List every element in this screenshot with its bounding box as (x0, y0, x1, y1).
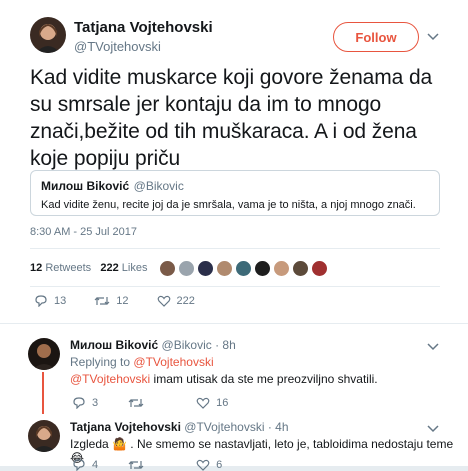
liker-avatar[interactable] (254, 259, 272, 277)
replying-to-handle[interactable]: @TVojtehovski (133, 355, 213, 369)
retweet-icon (128, 398, 144, 407)
tweet-actions: 13 12 222 (34, 294, 223, 307)
retweets-count[interactable]: 12 (30, 262, 42, 274)
like-action[interactable]: 222 (157, 295, 195, 307)
retweet-action[interactable]: 12 (94, 294, 129, 307)
reply-header: Милош Biković @Bikovic · 8h (70, 338, 236, 352)
heart-icon (157, 295, 170, 307)
replying-prefix: Replying to (70, 355, 131, 369)
retweet-icon (128, 460, 144, 469)
retweets-label[interactable]: Retweets (45, 262, 91, 274)
reply-time[interactable]: · 8h (215, 338, 236, 352)
like-count: 222 (176, 294, 195, 307)
reply-actions: 4 6 (72, 458, 250, 471)
reply-actions: 3 16 (72, 396, 256, 409)
liker-avatars (159, 259, 330, 277)
liker-avatar[interactable] (311, 259, 329, 277)
like-action[interactable]: 16 (196, 397, 228, 409)
liker-avatar[interactable] (292, 259, 310, 277)
liker-avatar[interactable] (178, 259, 196, 277)
author-handle[interactable]: @TVojtehovski (74, 39, 213, 54)
chevron-down-icon[interactable] (427, 342, 439, 352)
reply-avatar[interactable] (28, 420, 60, 452)
reply-tweet[interactable]: Tatjana Vojtehovski @TVojtehovski · 4h I… (0, 400, 468, 471)
tweet-text: Kad vidite muskarce koji govore ženama d… (30, 66, 433, 170)
reply-action[interactable]: 13 (34, 294, 66, 307)
heart-icon (196, 397, 210, 409)
liker-avatar[interactable] (235, 259, 253, 277)
likes-label[interactable]: Likes (122, 262, 148, 274)
liker-avatar[interactable] (159, 259, 177, 277)
quoted-author-name: Милош Biković (41, 179, 130, 193)
reply-icon (35, 295, 47, 307)
chevron-down-icon[interactable] (427, 424, 439, 434)
reply-icon (73, 459, 85, 471)
timestamp[interactable]: 8:30 AM - 25 Jul 2017 (30, 226, 137, 238)
reply-author-handle[interactable]: @Bikovic (162, 338, 212, 352)
reply-text: @TVojtehovski imam utisak da ste me preo… (70, 372, 378, 386)
reply-time[interactable]: · 4h (268, 420, 289, 434)
tweet-card: Tatjana Vojtehovski @TVojtehovski Follow… (0, 0, 468, 471)
replying-to: Replying to @TVojtehovski (70, 355, 214, 369)
main-tweet: Tatjana Vojtehovski @TVojtehovski Follow… (0, 0, 468, 324)
reply-action[interactable]: 3 (72, 396, 98, 409)
retweet-action[interactable] (128, 459, 150, 471)
reply-count: 13 (54, 294, 67, 307)
engagement-stats: 12 Retweets 222 Likes (30, 258, 330, 278)
liker-avatar[interactable] (216, 259, 234, 277)
reply-author-handle[interactable]: @TVojtehovski (184, 420, 264, 434)
quoted-author-handle: @Bikovic (133, 179, 184, 193)
reply-author-name[interactable]: Милош Biković (70, 338, 158, 352)
retweet-count: 12 (116, 294, 129, 307)
author-name[interactable]: Tatjana Vojtehovski (74, 19, 213, 36)
follow-button[interactable]: Follow (333, 22, 419, 52)
author-avatar[interactable] (30, 17, 66, 53)
reply-avatar[interactable] (28, 338, 60, 370)
reply-tweet[interactable]: Милош Biković @Bikovic · 8h Replying to … (0, 330, 468, 409)
quoted-tweet[interactable]: Милош Biković @Bikovic Kad vidite ženu, … (30, 170, 440, 216)
divider (30, 286, 440, 287)
liker-avatar[interactable] (197, 259, 215, 277)
retweet-action[interactable] (128, 397, 150, 409)
likes-count[interactable]: 222 (100, 262, 118, 274)
reply-mention[interactable]: @TVojtehovski (70, 372, 150, 386)
divider (30, 248, 440, 249)
chevron-down-icon[interactable] (427, 32, 439, 42)
follow-button-label: Follow (355, 29, 397, 45)
liker-avatar[interactable] (273, 259, 291, 277)
thread-line (42, 400, 44, 414)
retweet-icon (94, 296, 110, 305)
heart-icon (196, 459, 210, 471)
reply-body: imam utisak da ste me preozviljno shvati… (150, 372, 378, 386)
like-count: 6 (216, 458, 223, 471)
reply-count: 4 (92, 458, 99, 471)
quoted-text: Kad vidite ženu, recite joj da je smršal… (41, 199, 416, 211)
reply-header: Tatjana Vojtehovski @TVojtehovski · 4h (70, 420, 289, 434)
reply-action[interactable]: 4 (72, 458, 98, 471)
like-action[interactable]: 6 (196, 459, 222, 471)
reply-count: 3 (92, 396, 99, 409)
reply-author-name[interactable]: Tatjana Vojtehovski (70, 420, 181, 434)
reply-icon (73, 397, 85, 409)
thread-line (42, 372, 44, 402)
like-count: 16 (216, 396, 229, 409)
author-block[interactable]: Tatjana Vojtehovski @TVojtehovski (74, 19, 213, 54)
